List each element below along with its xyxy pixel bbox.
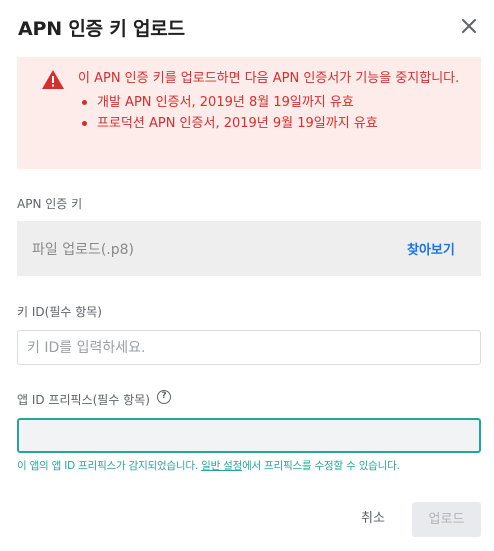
- warning-list: 개발 APN 인증서, 2019년 8월 19일까지 유효 프로덕션 APN 인…: [78, 92, 470, 134]
- upload-apn-key-dialog: APN 인증 키 업로드 이 APN 인증 키를 업로드하면 다음 APN 인증…: [0, 0, 494, 551]
- help-circle-icon[interactable]: ?: [157, 390, 171, 404]
- bullet: [82, 100, 87, 105]
- prefix-hint: 이 앱의 앱 ID 프리픽스가 감지되었습니다. 일반 설정에서 프리픽스를 수…: [17, 458, 400, 473]
- close-icon: [462, 19, 476, 33]
- hint-text: 에서 프리픽스를 수정할 수 있습니다.: [242, 460, 400, 472]
- cancel-button[interactable]: 취소: [350, 504, 396, 538]
- key-id-input[interactable]: [17, 330, 481, 365]
- general-settings-link[interactable]: 일반 설정: [201, 460, 242, 472]
- close-button[interactable]: [456, 13, 482, 39]
- app-id-prefix-label: 앱 ID 프리픽스(필수 항목): [17, 393, 150, 407]
- warning-item-text: 프로덕션 APN 인증서, 2019년 9월 19일까지 유효: [97, 116, 378, 131]
- warning-triangle-icon: [42, 70, 64, 89]
- auth-key-label: APN 인증 키: [17, 197, 83, 211]
- warning-message: 이 APN 인증 키를 업로드하면 다음 APN 인증서가 기능을 중지합니다.: [78, 71, 460, 86]
- file-upload-field[interactable]: 파일 업로드(.p8) 찾아보기: [17, 221, 481, 276]
- file-upload-placeholder: 파일 업로드(.p8): [32, 242, 135, 258]
- bullet: [82, 121, 87, 126]
- warning-list-item: 프로덕션 APN 인증서, 2019년 9월 19일까지 유효: [82, 113, 470, 134]
- warning-banner: 이 APN 인증 키를 업로드하면 다음 APN 인증서가 기능을 중지합니다.…: [17, 57, 481, 169]
- dialog-title: APN 인증 키 업로드: [18, 18, 185, 40]
- hint-text: 이 앱의 앱 ID 프리픽스가 감지되었습니다.: [17, 460, 202, 472]
- browse-button[interactable]: 찾아보기: [407, 239, 455, 258]
- key-id-label: 키 ID(필수 항목): [17, 305, 102, 319]
- upload-button[interactable]: 업로드: [412, 502, 481, 537]
- warning-item-text: 개발 APN 인증서, 2019년 8월 19일까지 유효: [97, 95, 354, 110]
- app-id-prefix-input[interactable]: [17, 418, 481, 453]
- warning-list-item: 개발 APN 인증서, 2019년 8월 19일까지 유효: [82, 92, 470, 113]
